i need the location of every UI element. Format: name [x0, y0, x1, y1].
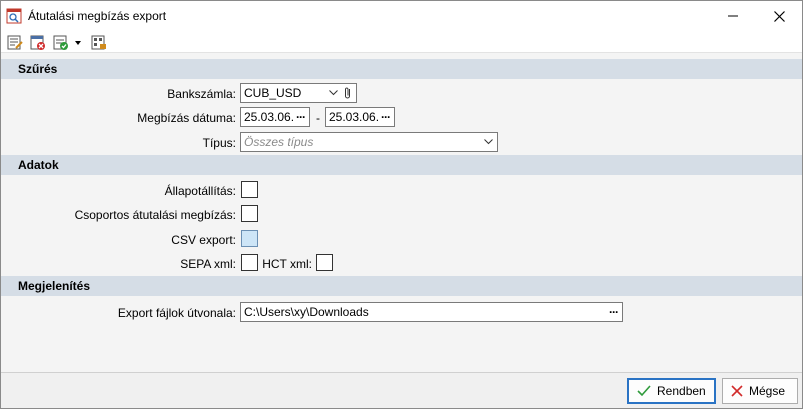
chevron-down-icon [484, 139, 493, 145]
bank-account-value: CUB_USD [244, 86, 302, 100]
date-from-value: 25.03.06. [244, 110, 295, 124]
group-transfer-checkbox[interactable] [241, 205, 258, 222]
csv-export-label: CSV export: [171, 233, 236, 247]
ok-label: Rendben [657, 384, 706, 398]
date-from-input[interactable]: 25.03.06. ··· [240, 107, 310, 127]
type-placeholder: Összes típus [244, 135, 314, 149]
export-path-input[interactable]: C:\Users\xy\Downloads ··· [240, 302, 623, 322]
cancel-button[interactable]: Mégse [722, 378, 798, 404]
app-icon [6, 8, 22, 24]
close-icon [773, 10, 785, 22]
date-to-picker-icon[interactable]: ··· [381, 108, 391, 126]
dialog-footer: Rendben Mégse [1, 372, 802, 408]
toolbar [1, 31, 802, 53]
close-button[interactable] [756, 1, 802, 31]
data-section: Állapotállítás: Csoportos átutalási megb… [1, 175, 802, 276]
filter-section: Bankszámla: CUB_USD Megbízás dátuma: 25.… [1, 79, 802, 155]
sepa-xml-checkbox[interactable] [241, 254, 258, 271]
schedule-icon[interactable] [52, 34, 70, 51]
date-to-value: 25.03.06. [329, 110, 380, 124]
edit-icon[interactable] [6, 34, 24, 51]
type-label: Típus: [202, 136, 236, 150]
export-path-value: C:\Users\xy\Downloads [244, 305, 369, 319]
sepa-xml-label: SEPA xml: [180, 257, 236, 271]
bank-account-select[interactable]: CUB_USD [240, 83, 357, 103]
display-section: Export fájlok útvonala: C:\Users\xy\Down… [1, 296, 802, 372]
status-checkbox[interactable] [241, 181, 258, 198]
date-to-input[interactable]: 25.03.06. ··· [325, 107, 395, 127]
cancel-x-icon [731, 385, 743, 397]
section-header-filter: Szűrés [1, 59, 802, 79]
dropdown-arrow-icon[interactable] [73, 34, 83, 51]
export-icon[interactable] [90, 34, 108, 51]
export-dialog: Átutalási megbízás export Szűrés Bankszá… [0, 0, 803, 409]
minimize-icon [728, 15, 738, 17]
minimize-button[interactable] [710, 1, 756, 31]
csv-export-checkbox[interactable] [241, 230, 258, 247]
title-bar: Átutalási megbízás export [1, 1, 802, 31]
group-transfer-label: Csoportos átutalási megbízás: [74, 208, 236, 222]
bank-account-label: Bankszámla: [167, 87, 236, 101]
status-label: Állapotállítás: [164, 184, 236, 198]
type-select[interactable]: Összes típus [240, 132, 498, 152]
cancel-label: Mégse [749, 384, 786, 398]
paperclip-icon[interactable] [343, 86, 352, 100]
hct-xml-label: HCT xml: [262, 257, 312, 271]
export-path-label: Export fájlok útvonala: [117, 306, 236, 320]
section-header-data: Adatok [1, 155, 802, 175]
check-icon [637, 385, 651, 397]
delete-icon[interactable] [29, 34, 47, 51]
chevron-down-icon [329, 90, 338, 96]
date-label: Megbízás dátuma: [137, 111, 236, 125]
hct-xml-checkbox[interactable] [316, 254, 333, 271]
ok-button[interactable]: Rendben [627, 378, 716, 404]
window-title: Átutalási megbízás export [28, 9, 167, 23]
date-separator: - [316, 111, 320, 125]
browse-folder-icon[interactable]: ··· [609, 303, 619, 321]
date-from-picker-icon[interactable]: ··· [296, 108, 306, 126]
section-header-display: Megjelenítés [1, 276, 802, 296]
